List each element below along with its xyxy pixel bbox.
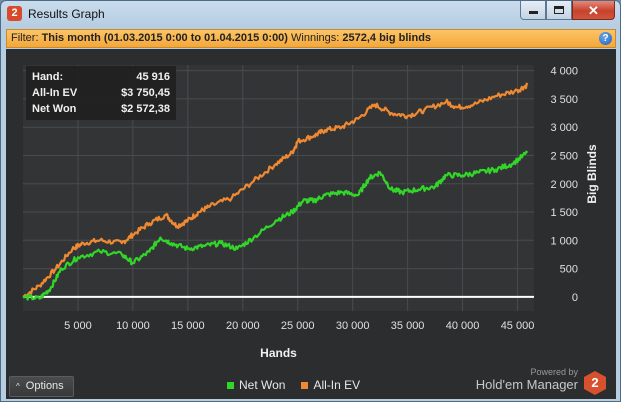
y-tick-label: 2 500 — [550, 150, 578, 162]
x-tick-label: 40 000 — [446, 320, 480, 332]
x-axis-label: Hands — [260, 346, 297, 360]
stats-value: 45 916 — [136, 71, 170, 83]
x-tick-label: 25 000 — [281, 320, 315, 332]
filter-value: This month (01.03.2015 0:00 to 01.04.201… — [41, 32, 288, 44]
title-bar[interactable]: 2 Results Graph ✕ — [1, 1, 620, 27]
minimize-button[interactable] — [520, 1, 546, 20]
y-tick-label: 1 500 — [550, 207, 578, 219]
winnings-label: Winnings: — [291, 32, 340, 44]
legend-item-net-won[interactable]: Net Won — [227, 378, 285, 392]
close-button[interactable]: ✕ — [572, 1, 615, 20]
holdem-manager-logo-icon: 2 — [584, 371, 606, 395]
stats-value: $2 572,38 — [121, 103, 170, 115]
x-tick-label: 45 000 — [501, 320, 535, 332]
y-tick-label: 3 000 — [550, 122, 578, 134]
stats-label: Hand: — [32, 71, 63, 83]
legend-swatch — [301, 381, 309, 389]
y-tick-label: 3 500 — [550, 94, 578, 106]
chart-legend: Net Won All-In EV — [227, 378, 360, 392]
stats-value: $3 750,45 — [121, 87, 170, 99]
x-tick-label: 15 000 — [171, 320, 205, 332]
app-logo-icon: 2 — [7, 6, 22, 21]
stats-label: Net Won — [32, 103, 77, 115]
options-label: Options — [25, 380, 64, 392]
options-button[interactable]: ^ Options — [9, 376, 74, 397]
brand-footer: Powered by Hold'em Manager 2 — [468, 367, 608, 397]
legend-item-all-in-ev[interactable]: All-In EV — [301, 378, 360, 392]
winnings-value: 2572,4 big blinds — [342, 32, 432, 44]
legend-swatch — [227, 381, 234, 389]
x-tick-label: 20 000 — [226, 320, 260, 332]
window-title: Results Graph — [28, 7, 105, 21]
brand-name: Hold'em Manager — [475, 377, 578, 392]
x-tick-label: 30 000 — [336, 320, 370, 332]
results-graph-window: 2 Results Graph ✕ Filter: This month (01… — [0, 0, 621, 402]
close-icon: ✕ — [588, 2, 599, 18]
legend-label: Net Won — [239, 378, 286, 392]
filter-bar[interactable]: Filter: This month (01.03.2015 0:00 to 0… — [6, 29, 616, 48]
x-tick-label: 5 000 — [64, 320, 92, 332]
maximize-button[interactable] — [546, 1, 572, 20]
powered-by-text: Powered by — [530, 367, 578, 377]
chevron-up-icon: ^ — [16, 382, 20, 391]
x-tick-label: 35 000 — [391, 320, 425, 332]
legend-label: All-In EV — [313, 378, 361, 392]
y-tick-label: 500 — [560, 264, 578, 276]
y-tick-label: 0 — [572, 292, 578, 304]
results-chart: 5 000 10 000 15 000 20 000 25 000 30 000 35 00… — [22, 65, 599, 360]
graph-panel: 5 000 10 000 15 000 20 000 25 000 30 000 35 00… — [6, 49, 616, 399]
help-icon[interactable]: ? — [599, 32, 612, 45]
stats-label: All-In EV — [32, 87, 78, 99]
filter-label: Filter: — [11, 32, 39, 44]
y-tick-label: 4 000 — [550, 66, 578, 78]
maximize-icon — [554, 6, 564, 14]
y-axis-label: Big Blinds — [585, 144, 599, 204]
window-controls: ✕ — [520, 1, 615, 20]
minimize-icon — [528, 11, 538, 14]
y-tick-label: 2 000 — [550, 179, 578, 191]
y-tick-label: 1 000 — [550, 235, 578, 247]
x-tick-label: 10 000 — [116, 320, 150, 332]
